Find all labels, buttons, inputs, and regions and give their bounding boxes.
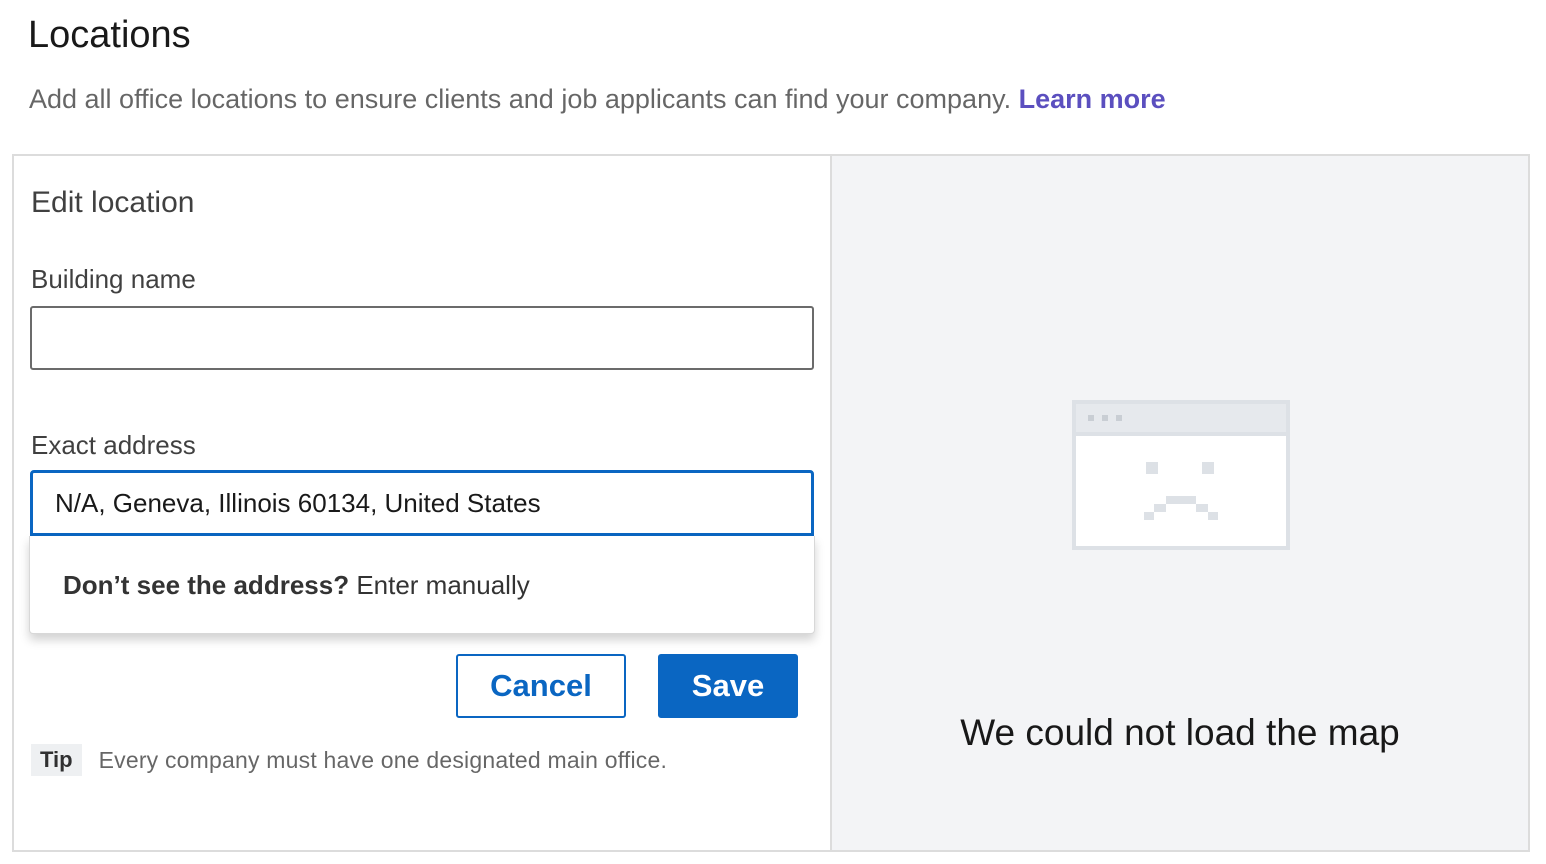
- page-title: Locations: [28, 14, 191, 56]
- location-editor-panel: Edit location Building name Exact addres…: [12, 154, 1530, 852]
- save-button[interactable]: Save: [658, 654, 798, 718]
- exact-address-input[interactable]: [30, 470, 814, 536]
- exact-address-label: Exact address: [31, 430, 196, 460]
- cancel-button[interactable]: Cancel: [456, 654, 626, 718]
- broken-window-sad-face-icon: [1072, 400, 1290, 555]
- enter-manually-option[interactable]: Don’t see the address? Enter manually: [63, 570, 530, 601]
- tip-text: Every company must have one designated m…: [98, 746, 668, 773]
- suggestion-action: Enter manually: [356, 570, 530, 600]
- learn-more-link[interactable]: Learn more: [1019, 84, 1166, 114]
- page-description: Add all office locations to ensure clien…: [29, 84, 1166, 115]
- tip-row: Tip Every company must have one designat…: [31, 744, 667, 776]
- address-suggestion-dropdown: Don’t see the address? Enter manually: [29, 536, 815, 634]
- suggestion-prompt: Don’t see the address?: [63, 570, 350, 600]
- edit-location-title: Edit location: [31, 186, 195, 219]
- description-text: Add all office locations to ensure clien…: [29, 84, 1012, 114]
- building-name-label: Building name: [31, 264, 196, 294]
- map-error-message: We could not load the map: [960, 712, 1400, 753]
- building-name-input[interactable]: [30, 306, 814, 370]
- map-pane: We could not load the map: [832, 156, 1528, 850]
- edit-location-form: Edit location Building name Exact addres…: [14, 156, 832, 850]
- tip-badge: Tip: [31, 744, 82, 776]
